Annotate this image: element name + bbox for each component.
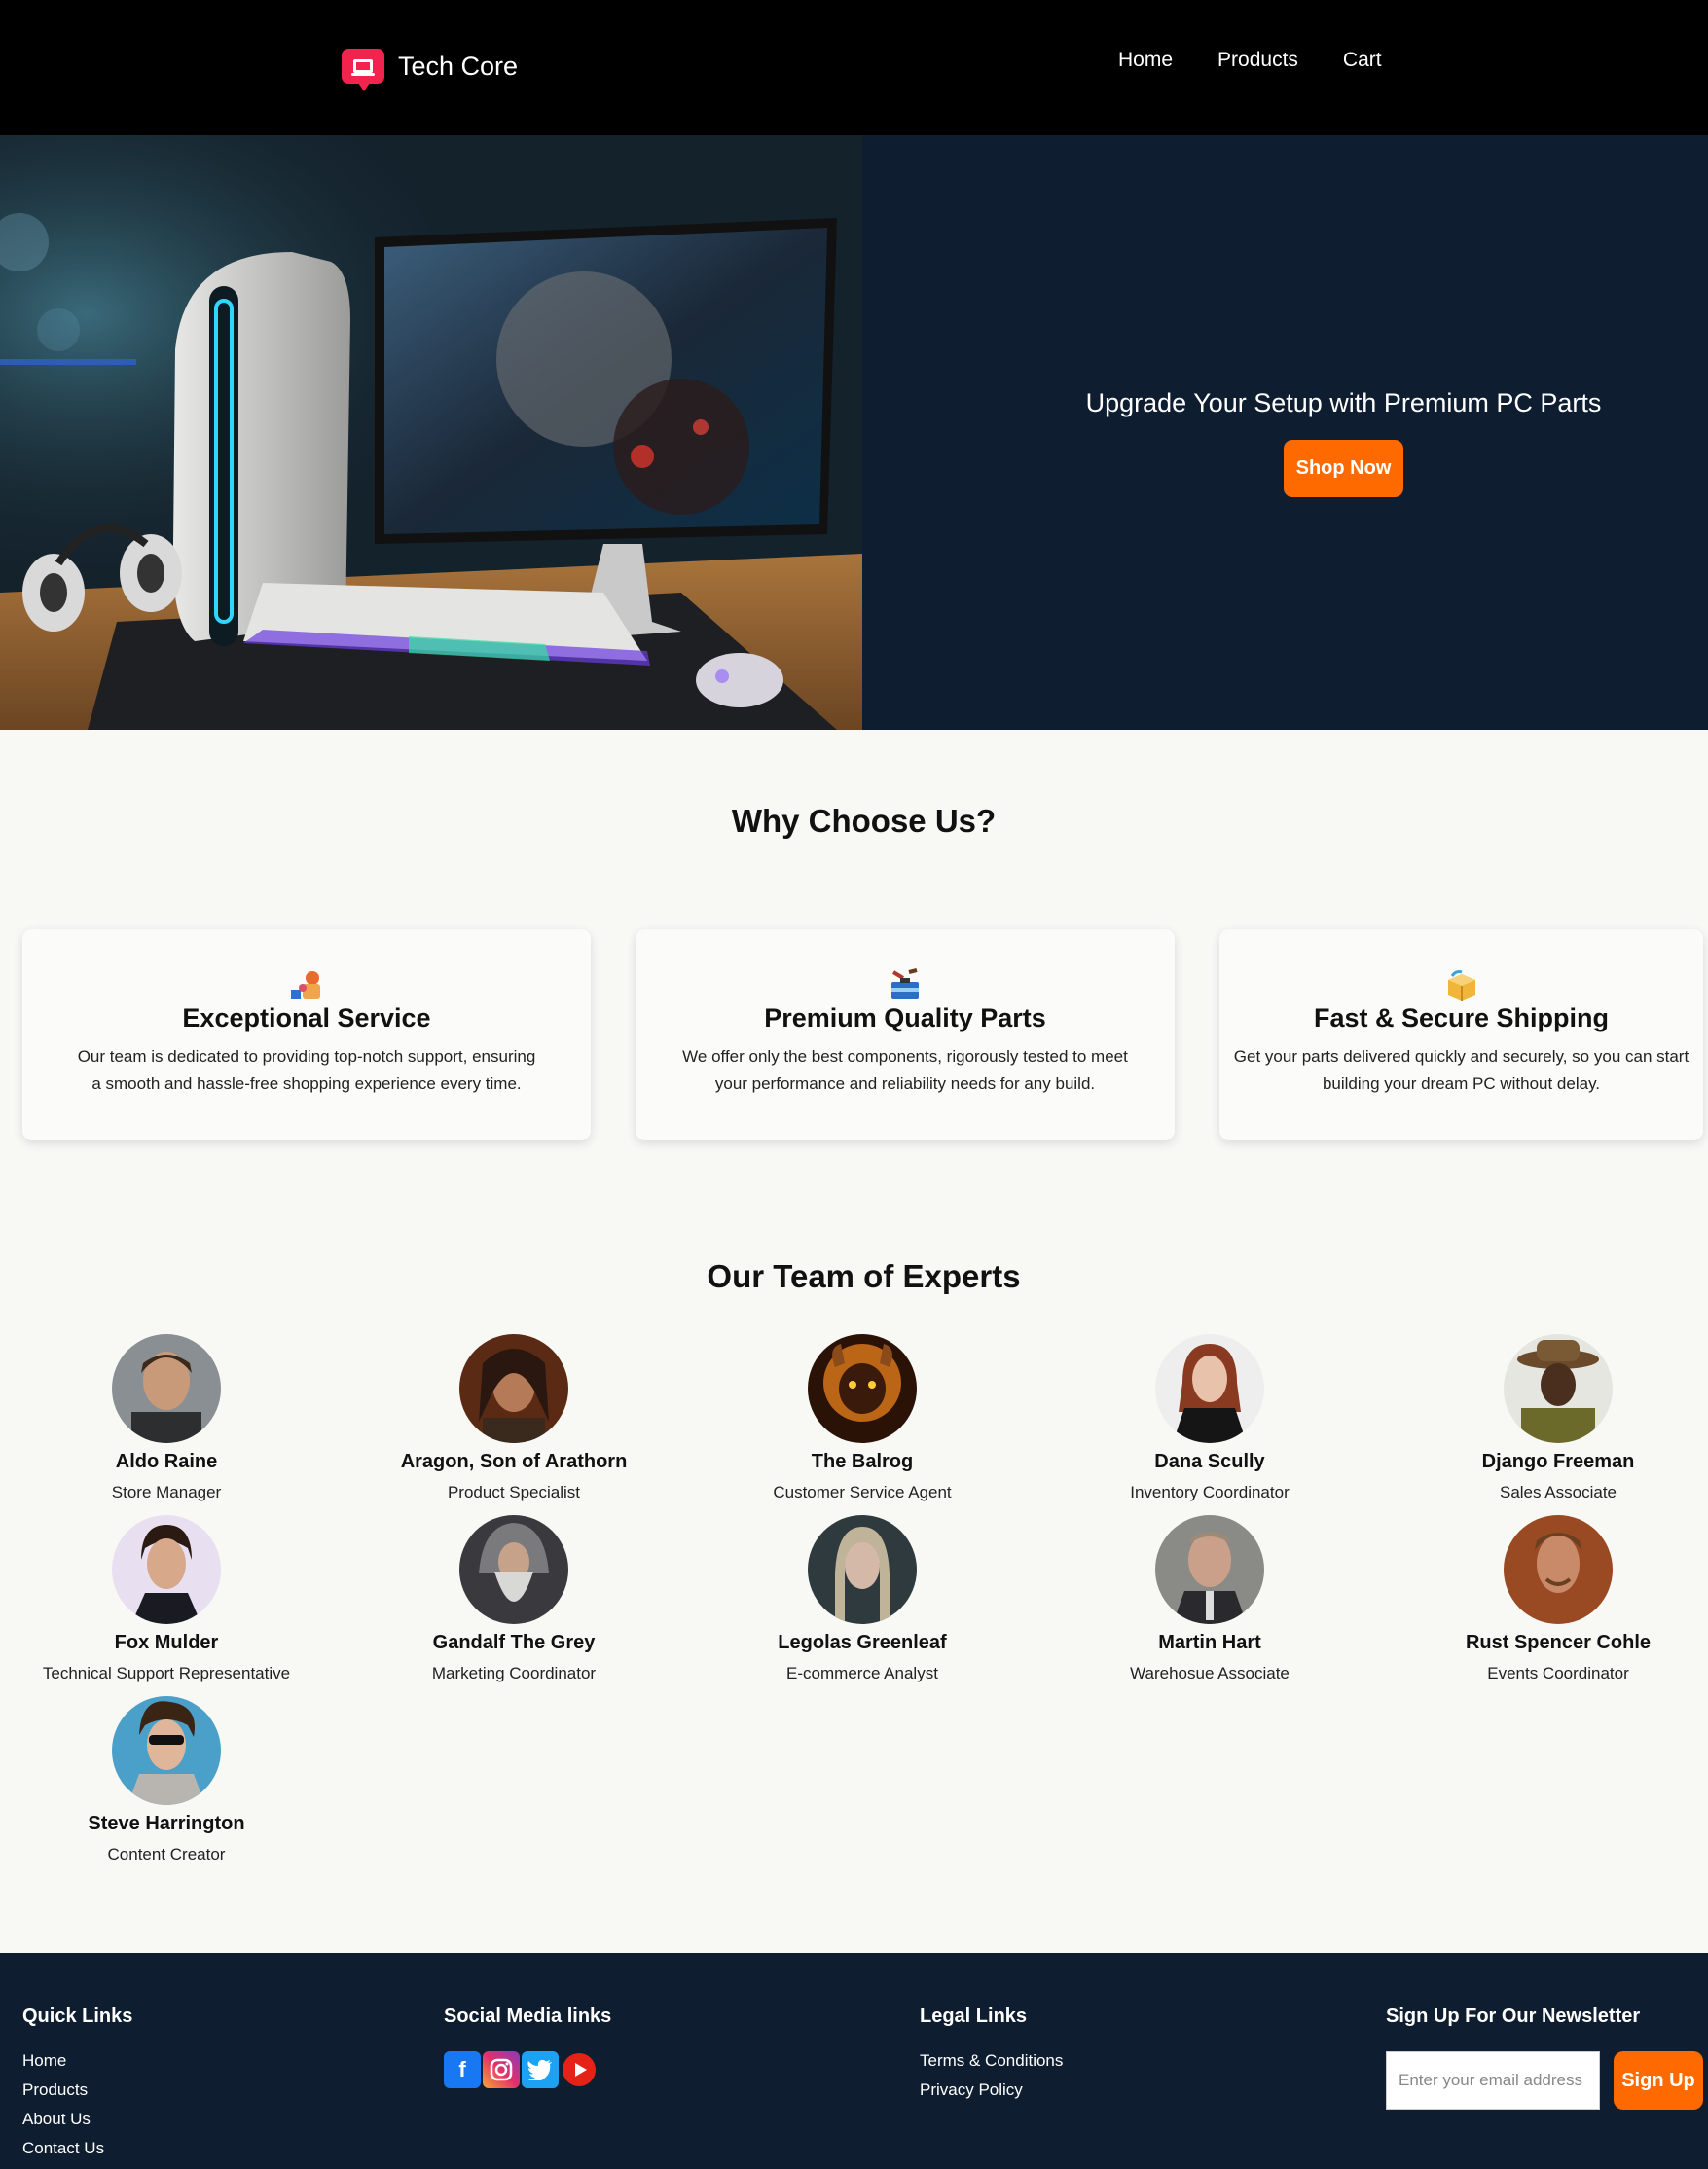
- avatar: [1155, 1334, 1264, 1443]
- youtube-icon[interactable]: [561, 2051, 598, 2088]
- team-member: Rust Spencer Cohle Events Coordinator: [1412, 1515, 1704, 1683]
- member-name: Steve Harrington: [88, 1813, 245, 1834]
- member-name: Django Freeman: [1481, 1451, 1635, 1472]
- avatar: [1504, 1334, 1613, 1443]
- member-role: Marketing Coordinator: [431, 1664, 597, 1682]
- team-member: Steve Harrington Content Creator: [20, 1696, 312, 1864]
- footer-link-about[interactable]: About Us: [22, 2110, 132, 2129]
- shop-now-button[interactable]: Shop Now: [1283, 439, 1404, 497]
- instagram-icon[interactable]: [483, 2051, 520, 2088]
- facebook-icon[interactable]: f: [444, 2051, 481, 2088]
- team-member: Fox Mulder Technical Support Representat…: [20, 1515, 312, 1683]
- member-name: Dana Scully: [1154, 1451, 1265, 1472]
- avatar: [459, 1334, 568, 1443]
- newsletter: Sign Up For Our Newsletter Sign Up: [1386, 2006, 1703, 2110]
- newsletter-email-input[interactable]: [1386, 2051, 1600, 2110]
- member-name: Martin Hart: [1158, 1632, 1261, 1653]
- team-member: Legolas Greenleaf E-commerce Analyst: [716, 1515, 1008, 1683]
- feature-card: Fast & Secure Shipping Get your parts de…: [1219, 929, 1703, 1140]
- toolbox-icon: [891, 968, 919, 999]
- feature-text: We offer only the best components, rigor…: [682, 1047, 1128, 1093]
- team-title: Our Team of Experts: [707, 1258, 1021, 1294]
- member-role: Warehosue Associate: [1130, 1664, 1290, 1682]
- member-role: Technical Support Representative: [42, 1664, 291, 1682]
- support-team-icon: [291, 971, 320, 999]
- footer-link-contact[interactable]: Contact Us: [22, 2139, 132, 2158]
- avatar: [1504, 1515, 1613, 1624]
- member-role: E-commerce Analyst: [786, 1664, 938, 1682]
- member-name: Legolas Greenleaf: [778, 1632, 947, 1653]
- avatar: [459, 1515, 568, 1624]
- social-links: Social Media links f: [444, 2006, 611, 2088]
- member-role: Store Manager: [111, 1483, 222, 1501]
- member-role: Events Coordinator: [1487, 1664, 1629, 1682]
- newsletter-form: Sign Up: [1386, 2051, 1703, 2110]
- feature-text: Get your parts delivered quickly and sec…: [1233, 1047, 1690, 1093]
- hero-title: Upgrade Your Setup with Premium PC Parts: [1085, 387, 1602, 417]
- member-role: Inventory Coordinator: [1130, 1483, 1290, 1501]
- legal-links-title: Legal Links: [920, 2006, 1028, 2027]
- brand-name: Tech Core: [398, 51, 519, 81]
- why-title: Why Choose Us?: [731, 803, 997, 839]
- social-links-title: Social Media links: [444, 2006, 612, 2027]
- team-member: Aldo Raine Store Manager: [20, 1334, 312, 1502]
- avatar: [112, 1334, 221, 1443]
- member-role: Customer Service Agent: [773, 1483, 952, 1501]
- member-name: Aragon, Son of Arathorn: [400, 1451, 628, 1472]
- member-name: Gandalf The Grey: [432, 1632, 596, 1653]
- footer-link-products[interactable]: Products: [22, 2080, 132, 2100]
- team-member: Dana Scully Inventory Coordinator: [1064, 1334, 1356, 1502]
- footer-link-terms[interactable]: Terms & Conditions: [920, 2051, 1063, 2071]
- team-member: Django Freeman Sales Associate: [1412, 1334, 1704, 1502]
- quick-links-title: Quick Links: [22, 2006, 133, 2027]
- member-name: Rust Spencer Cohle: [1465, 1632, 1652, 1653]
- feature-card: Premium Quality Parts We offer only the …: [636, 929, 1175, 1140]
- package-icon: [1447, 970, 1475, 1001]
- nav-cart[interactable]: Cart: [1343, 49, 1382, 72]
- social-icons: f: [444, 2051, 611, 2088]
- newsletter-title: Sign Up For Our Newsletter: [1386, 2006, 1641, 2027]
- feature-card: Exceptional Service Our team is dedicate…: [22, 929, 591, 1140]
- hero-image: [0, 135, 862, 730]
- team-member: Gandalf The Grey Marketing Coordinator: [368, 1515, 660, 1683]
- footer-link-home[interactable]: Home: [22, 2051, 132, 2071]
- feature-title: Fast & Secure Shipping: [1313, 1003, 1610, 1032]
- member-name: The Balrog: [811, 1451, 914, 1472]
- avatar: [112, 1515, 221, 1624]
- laptop-chat-icon: [342, 49, 384, 91]
- signup-button[interactable]: Sign Up: [1614, 2051, 1703, 2110]
- member-name: Aldo Raine: [115, 1451, 218, 1472]
- feature-title: Premium Quality Parts: [764, 1003, 1046, 1032]
- avatar: [112, 1696, 221, 1805]
- feature-title: Exceptional Service: [182, 1003, 431, 1032]
- team-member: Martin Hart Warehosue Associate: [1064, 1515, 1356, 1683]
- team-member: The Balrog Customer Service Agent: [716, 1334, 1008, 1502]
- site-footer: Quick Links Home Products About Us Conta…: [0, 1953, 1708, 2169]
- nav-products[interactable]: Products: [1217, 49, 1298, 72]
- feature-text: Our team is dedicated to providing top-n…: [77, 1047, 536, 1093]
- site-header: Tech Core Home Products Cart: [0, 0, 1708, 135]
- team-member: Aragon, Son of Arathorn Product Speciali…: [368, 1334, 660, 1502]
- member-name: Fox Mulder: [114, 1632, 219, 1653]
- avatar: [1155, 1515, 1264, 1624]
- main-nav: Home Products Cart: [1118, 49, 1382, 72]
- hero-section: Upgrade Your Setup with Premium PC Parts…: [0, 135, 1708, 730]
- avatar: [808, 1334, 917, 1443]
- brand[interactable]: Tech Core: [342, 47, 519, 91]
- member-role: Product Specialist: [447, 1483, 581, 1501]
- footer-link-privacy[interactable]: Privacy Policy: [920, 2080, 1063, 2100]
- hero-content: Upgrade Your Setup with Premium PC Parts…: [862, 135, 1708, 730]
- quick-links: Quick Links Home Products About Us Conta…: [22, 2006, 132, 2168]
- nav-home[interactable]: Home: [1118, 49, 1173, 72]
- member-role: Content Creator: [107, 1845, 226, 1863]
- member-role: Sales Associate: [1499, 1483, 1617, 1501]
- legal-links: Legal Links Terms & Conditions Privacy P…: [920, 2006, 1063, 2110]
- twitter-icon[interactable]: [522, 2051, 559, 2088]
- avatar: [808, 1515, 917, 1624]
